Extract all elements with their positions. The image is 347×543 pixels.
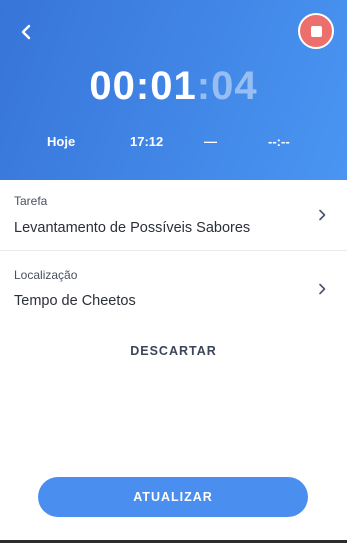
task-selector[interactable]: Tarefa Levantamento de Possíveis Sabores — [0, 180, 347, 251]
timer-minutes: 01 — [150, 64, 197, 108]
location-selector[interactable]: Localização Tempo de Cheetos — [0, 252, 347, 322]
elapsed-timer: 00:01:04 — [0, 63, 347, 109]
date-label[interactable]: Hoje — [47, 134, 75, 149]
task-value: Levantamento de Possíveis Sabores — [14, 220, 251, 236]
timer-seconds: 04 — [211, 64, 258, 108]
back-button[interactable] — [14, 20, 38, 44]
location-label: Localização — [14, 268, 78, 282]
stop-timer-button[interactable] — [298, 13, 334, 49]
stop-icon — [310, 25, 322, 37]
update-button[interactable]: ATUALIZAR — [38, 477, 308, 517]
start-time[interactable]: 17:12 — [130, 134, 163, 149]
location-value: Tempo de Cheetos — [14, 293, 136, 309]
timer-separator: : — [196, 64, 212, 108]
end-time[interactable]: --:-- — [268, 134, 290, 149]
chevron-left-icon — [21, 24, 31, 40]
time-range: Hoje 17:12 — --:-- — [0, 134, 347, 152]
timer-separator: : — [135, 64, 151, 108]
timer-header: 00:01:04 Hoje 17:12 — --:-- — [0, 0, 347, 180]
chevron-right-icon — [316, 282, 328, 296]
chevron-right-icon — [316, 208, 328, 222]
time-separator: — — [204, 134, 217, 149]
discard-button[interactable]: DESCARTAR — [0, 344, 347, 358]
timer-hours: 00 — [89, 64, 136, 108]
task-label: Tarefa — [14, 194, 48, 208]
